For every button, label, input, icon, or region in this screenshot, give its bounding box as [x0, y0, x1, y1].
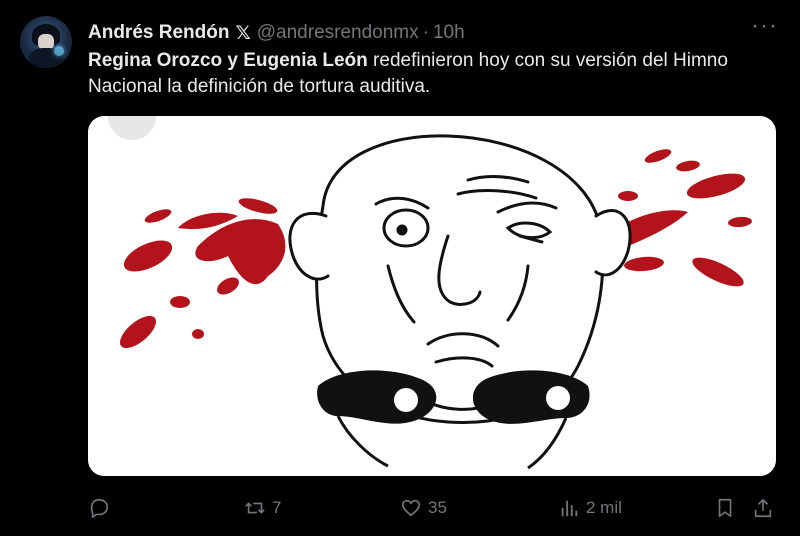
- views-button[interactable]: 2 mil: [558, 494, 622, 522]
- like-count: 35: [428, 498, 447, 517]
- x-badge-icon: 𝕏: [235, 22, 251, 44]
- reply-icon: [90, 498, 109, 518]
- blood-splatter-left: [119, 198, 286, 349]
- image-overlay-button: [108, 116, 156, 140]
- like-button[interactable]: 35: [400, 494, 447, 522]
- post-header: Andrés Rendón 𝕏 @andresrendonmx · 10h: [88, 20, 465, 46]
- meme-illustration: [108, 116, 752, 470]
- author-handle[interactable]: @andresrendonmx: [257, 22, 419, 44]
- post-text-bold: Regina Orozco y Eugenia León: [88, 50, 368, 71]
- post-image[interactable]: [88, 116, 776, 476]
- post-text: Regina Orozco y Eugenia León redefiniero…: [88, 48, 788, 100]
- share-icon: [754, 498, 772, 518]
- hands-outline: [336, 415, 568, 470]
- repost-count: 7: [272, 498, 282, 517]
- share-button[interactable]: [752, 494, 774, 522]
- author-name[interactable]: Andrés Rendón: [88, 22, 229, 44]
- like-icon: [401, 499, 421, 517]
- bookmark-button[interactable]: [714, 494, 736, 522]
- views-count: 2 mil: [586, 498, 622, 517]
- avatar[interactable]: [20, 16, 72, 68]
- avatar-glow: [54, 46, 64, 56]
- reply-button[interactable]: [88, 494, 116, 522]
- more-icon[interactable]: ···: [751, 14, 778, 38]
- post-time[interactable]: 10h: [433, 22, 465, 44]
- bookmark-icon: [718, 498, 732, 518]
- repost-button[interactable]: 7: [244, 494, 281, 522]
- separator-dot: ·: [422, 22, 429, 43]
- blood-splatter-right: [608, 149, 752, 287]
- views-icon: [561, 500, 578, 517]
- repost-icon: [245, 502, 265, 514]
- action-bar: 7 35 2 mil: [88, 494, 778, 522]
